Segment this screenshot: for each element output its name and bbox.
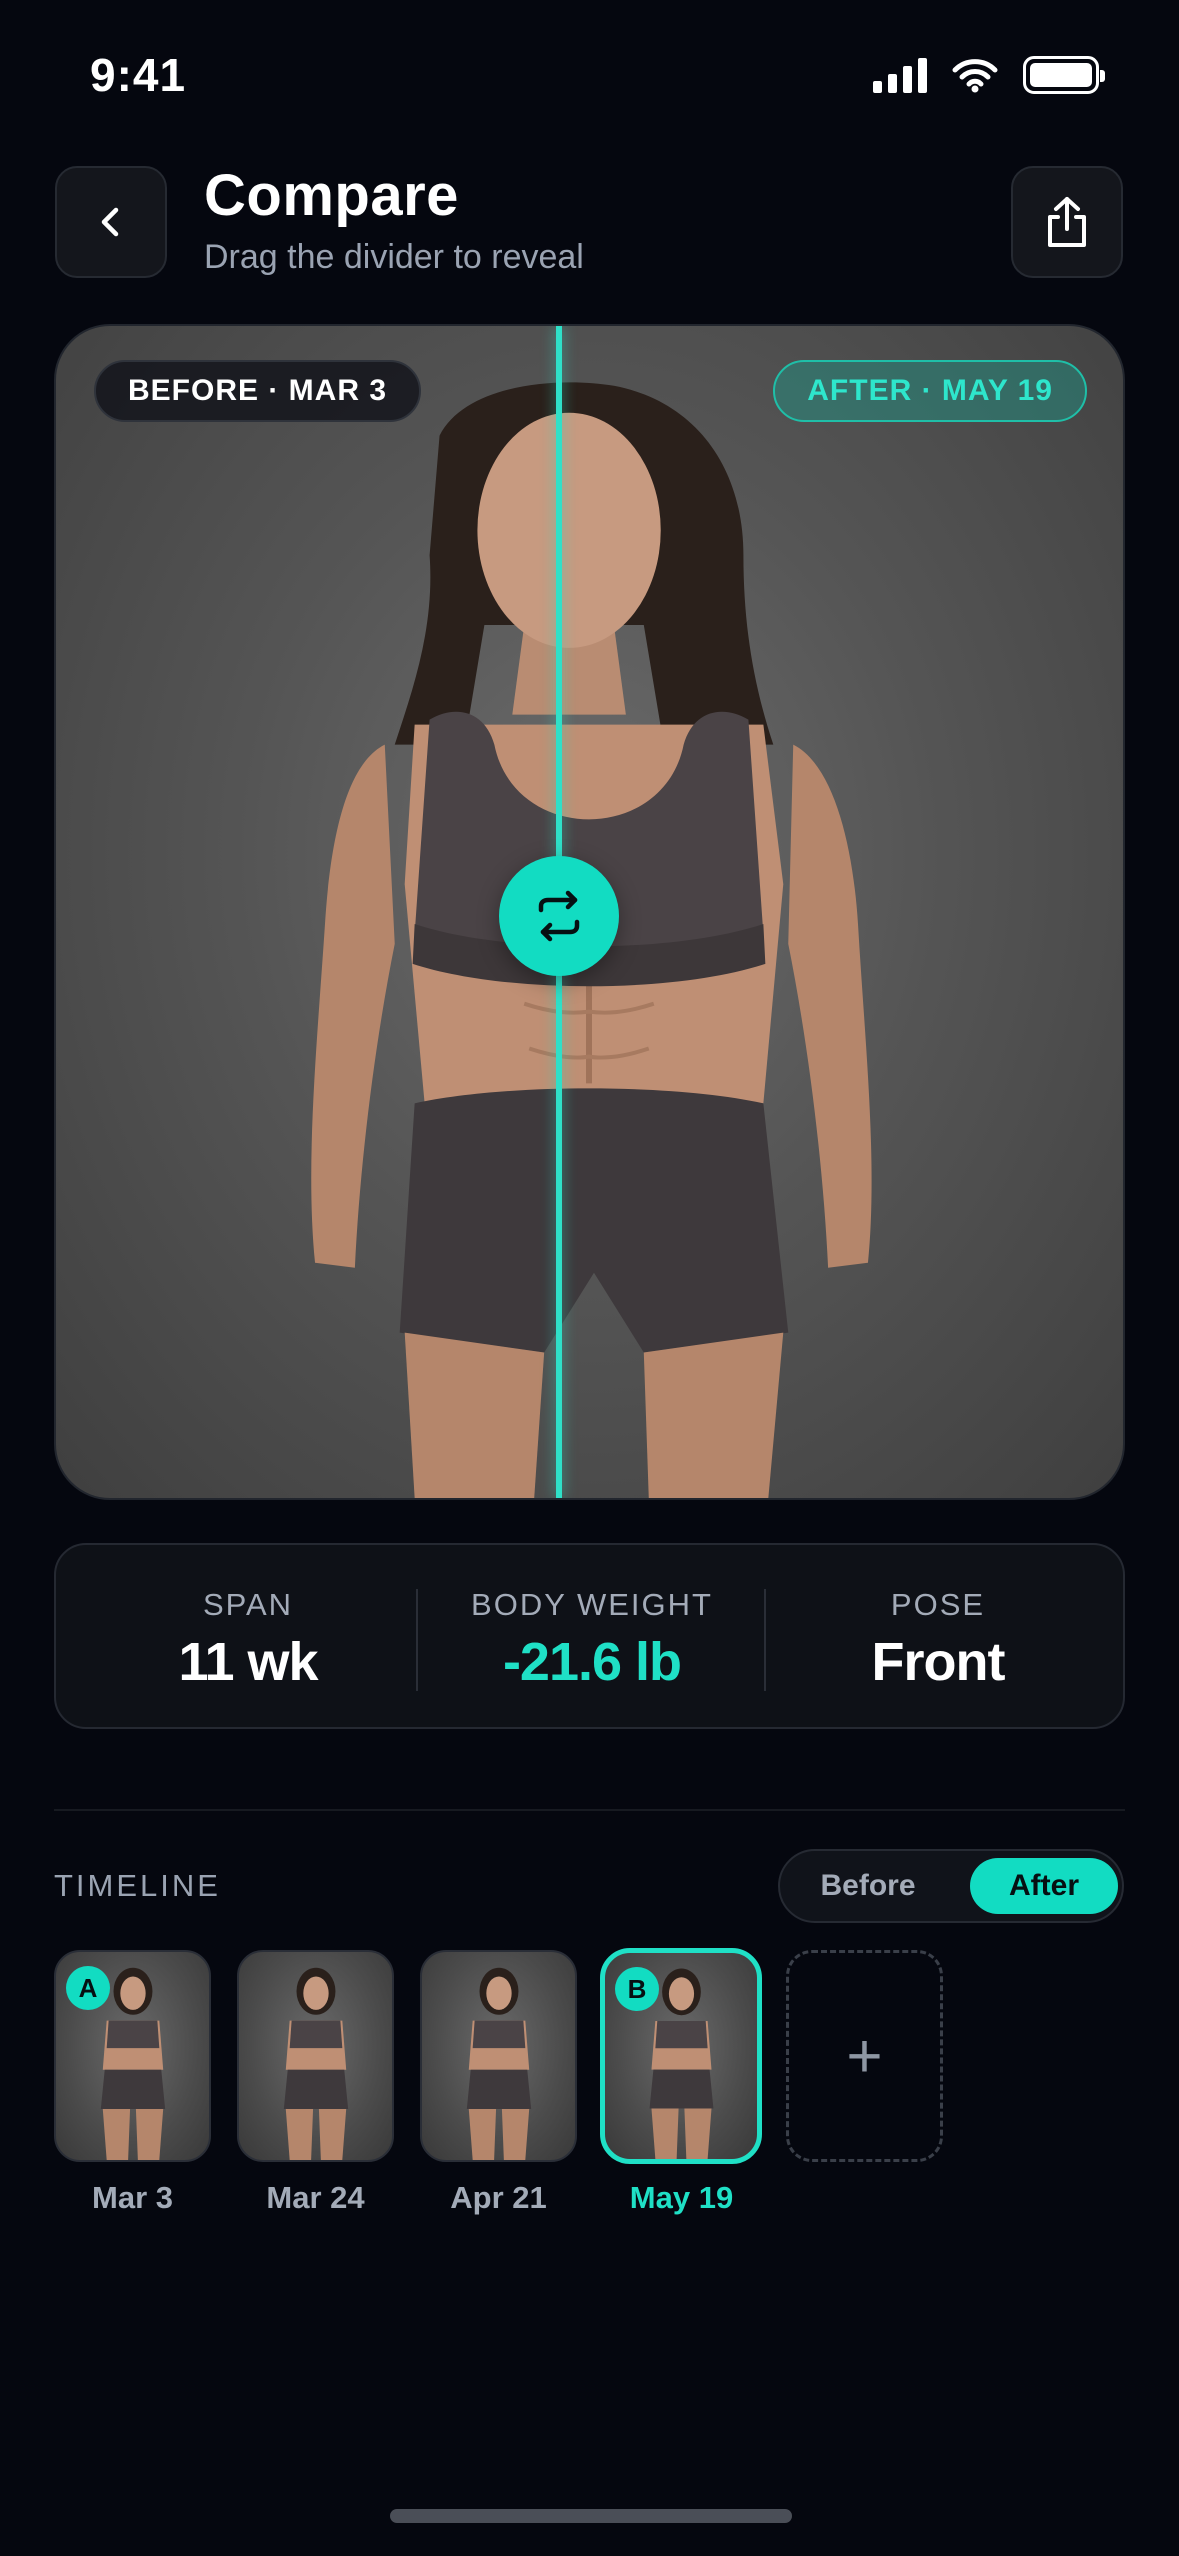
share-button[interactable]	[1011, 166, 1123, 278]
stat-label: SPAN	[202, 1587, 294, 1622]
add-photo-button[interactable]: +	[786, 1950, 943, 2162]
home-indicator[interactable]	[390, 2509, 792, 2523]
toggle-before[interactable]: Before	[794, 1858, 942, 1914]
stat-divider	[416, 1589, 418, 1691]
before-after-toggle[interactable]: Before After	[778, 1849, 1124, 1923]
share-icon	[1048, 197, 1086, 247]
thumbnail-photo	[466, 1967, 532, 2160]
stats-card: SPAN 11 wk BODY WEIGHT -21.6 lb POSE Fro…	[54, 1543, 1125, 1729]
thumbnail-marker: B	[615, 1967, 659, 2011]
toggle-after[interactable]: After	[970, 1858, 1118, 1914]
stat-value: -21.6 lb	[502, 1632, 682, 1692]
stat-value: Front	[871, 1632, 1006, 1692]
compare-viewer[interactable]: BEFORE · MAR 3 AFTER · MAY 19	[54, 324, 1125, 1500]
plus-icon: +	[846, 2021, 883, 2091]
chevron-left-icon	[101, 207, 119, 237]
battery-icon	[1023, 56, 1105, 94]
stat-body-weight: BODY WEIGHT -21.6 lb	[422, 1545, 762, 1731]
timeline-thumbnail-selected[interactable]: B	[600, 1948, 762, 2164]
thumbnail-date: Apr 21	[450, 2180, 547, 2215]
signal-icon	[873, 57, 927, 93]
thumbnail-date: Mar 3	[92, 2180, 173, 2215]
stat-span: SPAN 11 wk	[78, 1545, 418, 1731]
stat-label: POSE	[890, 1587, 986, 1622]
status-icons	[873, 56, 1105, 94]
before-label: BEFORE · MAR 3	[94, 360, 422, 422]
thumbnail-marker: A	[66, 1966, 110, 2010]
stat-divider	[764, 1589, 766, 1691]
thumbnail-date: May 19	[629, 2180, 734, 2215]
page-subtitle: Drag the divider to reveal	[204, 238, 584, 276]
stat-label: BODY WEIGHT	[471, 1587, 713, 1622]
thumbnail-photo	[283, 1967, 349, 2160]
timeline-thumbnail[interactable]	[237, 1950, 394, 2162]
section-divider	[54, 1809, 1125, 1811]
after-label: AFTER · MAY 19	[773, 360, 1087, 422]
wifi-icon	[952, 59, 998, 93]
status-time: 9:41	[90, 49, 187, 101]
timeline-thumbnail[interactable]	[420, 1950, 577, 2162]
stat-pose: POSE Front	[768, 1545, 1108, 1731]
timeline-thumbnail[interactable]: A	[54, 1950, 211, 2162]
back-button[interactable]	[55, 166, 167, 278]
timeline-heading: TIMELINE	[54, 1868, 221, 1903]
divider-handle[interactable]	[499, 856, 619, 976]
stat-value: 11 wk	[178, 1632, 318, 1692]
page-title: Compare	[204, 163, 459, 228]
status-bar: 9:41	[0, 0, 1179, 150]
thumbnail-date: Mar 24	[266, 2180, 365, 2215]
swap-icon	[538, 890, 580, 942]
